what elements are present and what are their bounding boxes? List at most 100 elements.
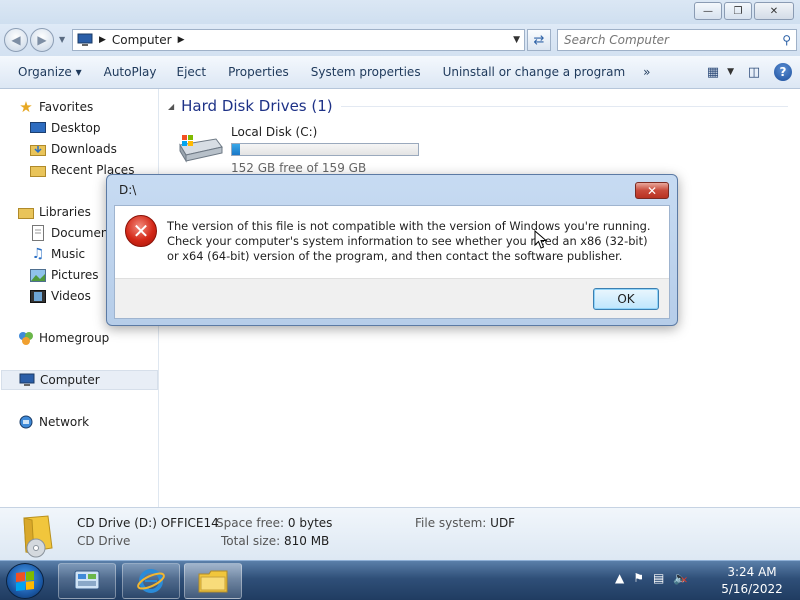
sidebar-item-label: Favorites [39,100,94,114]
search-box[interactable]: ⚲ [557,29,797,51]
forward-arrow-icon: ▶ [37,33,47,47]
back-button[interactable]: ◀ [4,28,28,52]
taskbar-internet-explorer[interactable] [122,563,180,599]
navigation-bar: ◀ ▶ ▼ ▶ Computer ▶ ▼ ⇄ ⚲ [0,24,800,56]
view-dropdown-icon[interactable]: ▼ [727,67,734,77]
sidebar-item-label: Videos [51,289,91,303]
taskbar: ▲ ⚑ ▤ 🔈 ✕ 3:24 AM 5/16/2022 [0,560,800,600]
refresh-icon: ⇄ [533,32,545,48]
preview-pane-icon[interactable]: ◫ [744,62,764,82]
sidebar-item-homegroup[interactable]: Homegroup [18,328,109,348]
dialog-title: D:\ [119,183,137,197]
sidebar-item-network[interactable]: Network [18,412,89,432]
system-tray: ▲ ⚑ ▤ 🔈 ✕ [615,571,688,586]
sidebar-item-label: Desktop [51,121,101,135]
sidebar-item-label: Music [51,247,86,261]
drive-name: Local Disk (C:) [231,125,318,139]
address-bar[interactable]: ▶ Computer ▶ ▼ [72,29,525,51]
sidebar-item-desktop[interactable]: Desktop [30,118,101,138]
group-divider [340,105,788,107]
organize-button[interactable]: Organize ▾ [10,65,90,79]
sidebar-item-videos[interactable]: Videos [30,286,91,306]
action-center-flag-icon[interactable]: ⚑ [633,571,644,585]
mouse-pointer-icon [534,230,548,249]
properties-button[interactable]: Properties [220,65,297,79]
dialog-close-button[interactable]: ✕ [635,182,669,199]
details-item-type: CD Drive [77,534,131,548]
music-note-icon: ♫ [31,246,45,262]
pictures-icon [30,267,46,283]
sidebar-item-label: Pictures [51,268,99,282]
clock-time: 3:24 AM [727,565,777,579]
error-icon: ✕ [125,215,157,247]
sidebar-item-computer[interactable]: Computer [1,370,158,390]
computer-icon [19,372,35,388]
group-header[interactable]: ◢ Hard Disk Drives (1) [168,97,788,115]
computer-icon [77,33,93,46]
more-commands-button[interactable]: » [635,65,658,79]
dialog-footer: OK [115,278,669,318]
address-dropdown-icon[interactable]: ▼ [513,35,520,45]
sidebar-item-label: Libraries [39,205,91,219]
error-dialog: D:\ ✕ ✕ The version of this file is not … [106,174,678,326]
sidebar-item-label: Homegroup [39,331,110,345]
taskbar-server-manager[interactable] [58,563,116,599]
folder-icon [198,570,228,593]
volume-muted-icon[interactable]: 🔈 ✕ [673,571,688,586]
search-icon[interactable]: ⚲ [782,33,791,47]
forward-button[interactable]: ▶ [30,28,54,52]
internet-explorer-icon [137,569,165,593]
sidebar-item-label: Network [39,415,90,429]
sidebar-item-libraries[interactable]: Libraries [18,202,91,222]
network-icon [18,414,34,430]
sidebar-item-label: Computer [40,373,100,387]
drive-usage-fill [232,144,241,155]
hard-disk-icon [179,135,223,163]
recent-pages-chevron-icon[interactable]: ▼ [59,35,65,44]
autoplay-button[interactable]: AutoPlay [96,65,165,79]
file-system-value: UDF [490,516,516,530]
breadcrumb-separator-icon[interactable]: ▶ [178,35,185,45]
clock-date: 5/16/2022 [721,582,783,596]
refresh-button[interactable]: ⇄ [527,29,551,51]
downloads-folder-icon [30,141,46,157]
space-free-value: 0 bytes [287,516,333,530]
back-arrow-icon: ◀ [11,33,21,47]
show-hidden-icons-icon[interactable]: ▲ [615,571,624,585]
sidebar-item-label: Downloads [51,142,117,156]
minimize-button[interactable]: — [694,2,722,20]
help-icon[interactable]: ? [774,63,792,81]
recent-places-icon [30,162,46,178]
sidebar-item-music[interactable]: ♫ Music [30,244,85,264]
change-view-icon[interactable]: ▦ [703,62,723,82]
taskbar-windows-explorer[interactable] [184,563,242,599]
breadcrumb-computer[interactable]: Computer [112,33,172,47]
space-free-label: Space free: [216,516,285,530]
uninstall-program-button[interactable]: Uninstall or change a program [435,65,634,79]
windows-logo-icon [16,571,34,591]
drive-usage-bar [231,143,419,156]
sidebar-item-favorites[interactable]: ★ Favorites [18,97,93,117]
cd-drive-icon [23,515,53,558]
network-status-icon[interactable]: ▤ [653,571,664,585]
taskbar-clock[interactable]: 3:24 AM 5/16/2022 [712,564,792,598]
start-button[interactable] [6,563,44,599]
sidebar-item-downloads[interactable]: Downloads [30,139,117,159]
dialog-body: ✕ The version of this file is not compat… [114,205,670,319]
drive-item-local-disk[interactable]: Local Disk (C:) 152 GB free of 159 GB [176,125,476,175]
ok-button[interactable]: OK [593,288,659,310]
sidebar-item-pictures[interactable]: Pictures [30,265,99,285]
desktop-icon [30,120,46,136]
details-pane: CD Drive (D:) OFFICE14 CD Drive Space fr… [0,507,800,560]
eject-button[interactable]: Eject [169,65,215,79]
close-window-button[interactable]: ✕ [754,2,794,20]
command-toolbar: Organize ▾ AutoPlay Eject Properties Sys… [0,56,800,89]
system-properties-button[interactable]: System properties [303,65,429,79]
collapse-triangle-icon[interactable]: ◢ [168,102,174,111]
restore-button[interactable]: ❐ [724,2,752,20]
videos-icon [30,288,46,304]
search-input[interactable] [564,33,774,47]
breadcrumb-separator-icon: ▶ [99,35,106,45]
homegroup-icon [18,330,34,346]
dialog-message-area: ✕ The version of this file is not compat… [115,206,669,278]
